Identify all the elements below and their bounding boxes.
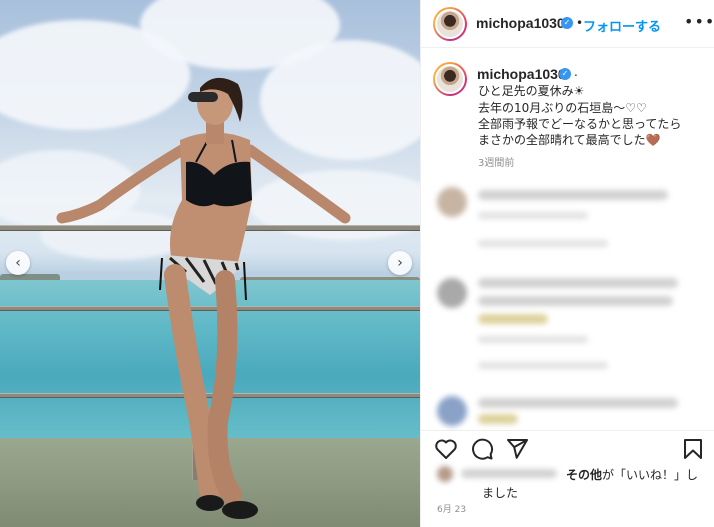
- comment-avatar: [437, 278, 467, 308]
- avatar[interactable]: [433, 7, 467, 41]
- caption-line: まさかの全部晴れて最高でした🤎: [478, 133, 661, 147]
- paper-plane-icon[interactable]: [505, 437, 529, 461]
- carousel-prev-button[interactable]: ‹: [6, 251, 30, 275]
- post-photo[interactable]: ‹ ›: [0, 0, 420, 527]
- comment-avatar: [437, 187, 467, 217]
- likes-others-link[interactable]: その他: [566, 468, 602, 482]
- comment-text-blurred: [478, 398, 678, 408]
- action-bar: [421, 430, 714, 470]
- bookmark-icon[interactable]: [681, 437, 705, 461]
- caption-line: 去年の10月ぶりの石垣島〜♡♡: [478, 101, 647, 115]
- carousel-next-button[interactable]: ›: [388, 251, 412, 275]
- comment-replies-blurred: [478, 240, 608, 247]
- follow-button[interactable]: フォローする: [583, 16, 661, 35]
- likes-summary-continued: ました: [482, 486, 519, 500]
- ellipsis-icon[interactable]: •••: [684, 12, 714, 31]
- comment-meta-blurred: [478, 336, 588, 343]
- comment-text-blurred: [478, 296, 673, 306]
- comment-avatar: [437, 396, 467, 426]
- comment-replies-blurred: [478, 362, 608, 369]
- chevron-right-icon: ›: [397, 255, 403, 271]
- caption-line: ひと足先の夏休み☀︎: [478, 84, 585, 98]
- comment-meta-blurred: [478, 212, 588, 219]
- caption-username[interactable]: michopa1030: [477, 66, 566, 82]
- verified-badge-icon: ✓: [561, 17, 573, 29]
- likers-blurred: [437, 466, 557, 482]
- person-figure: [56, 77, 351, 519]
- likes-summary-text: が「いいね！」し: [602, 468, 699, 482]
- likes-summary: その他が「いいね！」し: [566, 466, 698, 483]
- chevron-left-icon: ‹: [15, 255, 21, 271]
- comment-text-blurred: [478, 190, 668, 200]
- comment-icon[interactable]: [470, 437, 494, 461]
- header-username[interactable]: michopa1030: [476, 15, 565, 31]
- comment-text-blurred: [478, 314, 548, 324]
- comment-text-blurred: [478, 414, 518, 424]
- heart-icon[interactable]: [434, 437, 458, 461]
- post-time-ago: 3週間前: [478, 158, 515, 169]
- post-date[interactable]: 6月 23: [437, 502, 466, 515]
- comment-text-blurred: [478, 278, 678, 288]
- caption-line: 全部雨予報でどーなるかと思ってたら: [478, 117, 682, 131]
- caption-avatar[interactable]: [433, 62, 467, 96]
- caption-suffix: .: [574, 65, 578, 79]
- verified-badge-icon: ✓: [559, 68, 571, 80]
